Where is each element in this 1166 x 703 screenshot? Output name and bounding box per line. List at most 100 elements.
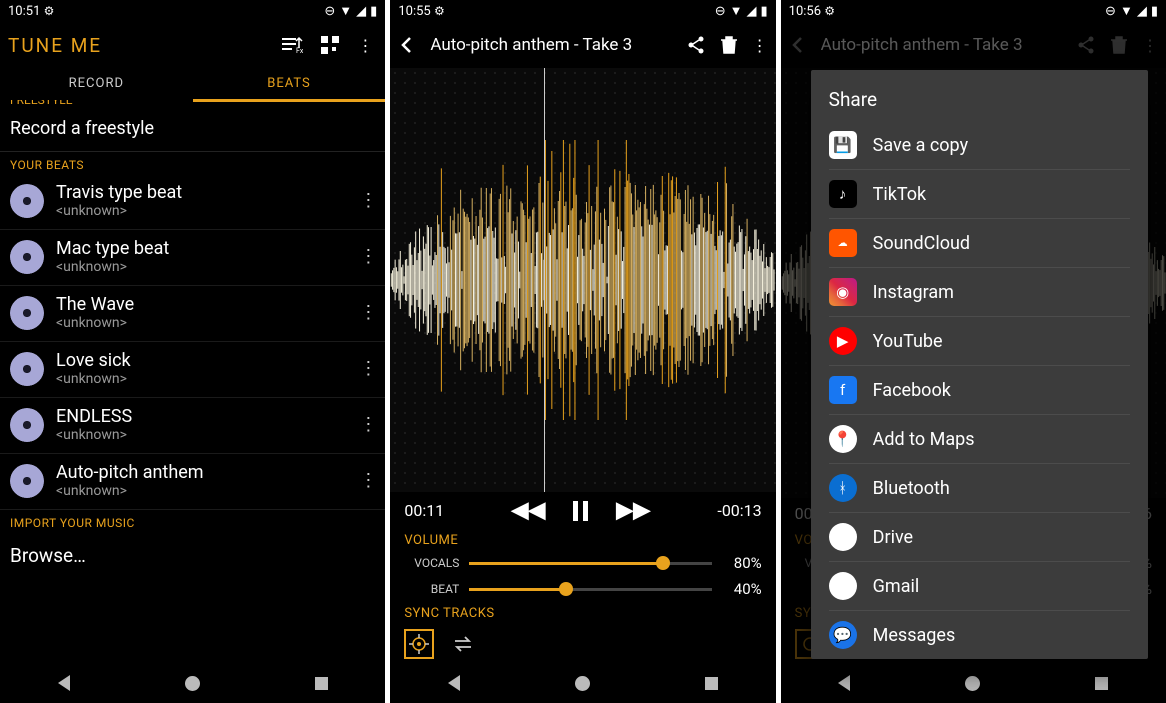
wifi-icon: ▼ [1120,3,1133,19]
beat-title: ENDLESS [56,406,347,427]
drive-icon: ▲ [829,523,857,551]
share-item-gmail[interactable]: MGmail [829,562,1130,611]
wifi-icon: ▼ [339,3,352,19]
do-not-disturb-icon: ⊖ [324,4,335,19]
share-item-msg[interactable]: 💬Messages [829,611,1130,659]
share-list[interactable]: 💾 Save a copy ♪TikTok☁SoundCloud◉Instagram… [811,121,1148,659]
share-item-label: YouTube [873,331,943,352]
share-sheet: Share 💾 Save a copy ♪TikTok☁SoundCloud◉Ins… [811,70,1148,659]
beat-row[interactable]: Mac type beat <unknown> ⋮ [0,230,385,286]
wifi-icon: ▼ [730,3,743,19]
beat-row[interactable]: Travis type beat <unknown> ⋮ [0,174,385,230]
overflow-menu-icon[interactable]: ⋮ [752,36,768,55]
share-item-label: Add to Maps [873,429,975,450]
status-bar: 10:55 ⚙ ⊖ ▼ ◢ ▮ [390,0,775,22]
trash-icon[interactable] [1110,35,1128,55]
status-time: 10:55 [398,4,430,19]
record-disc-icon [10,408,44,442]
track-title: Auto-pitch anthem - Take 3 [821,35,1062,55]
overflow-menu-icon[interactable]: ⋮ [1142,36,1158,55]
sc-icon: ☁ [829,229,857,257]
track-title: Auto-pitch anthem - Take 3 [430,35,671,55]
msg-icon: 💬 [829,621,857,649]
gmail-icon: M [829,572,857,600]
nav-bar [390,663,775,703]
nav-home-icon[interactable] [575,676,590,691]
signal-icon: ◢ [747,4,757,19]
share-item-drive[interactable]: ▲Drive [829,513,1130,562]
toolbar: TUNE ME Fx ⋮ [0,22,385,68]
trash-icon[interactable] [720,35,738,55]
beat-menu-icon[interactable]: ⋮ [359,246,375,267]
record-freestyle-row[interactable]: Record a freestyle [0,110,385,152]
share-icon[interactable] [1076,35,1096,55]
tab-record[interactable]: RECORD [0,68,193,102]
nav-recents-icon[interactable] [315,677,328,690]
playhead[interactable] [544,68,545,492]
share-item-ig[interactable]: ◉Instagram [829,268,1130,317]
browse-row[interactable]: Browse… [0,532,385,579]
share-item-save[interactable]: 💾 Save a copy [829,121,1130,170]
beat-artist: <unknown> [56,315,347,331]
share-item-sc[interactable]: ☁SoundCloud [829,219,1130,268]
share-title: Share [811,84,1148,121]
nav-back-icon[interactable] [448,675,460,691]
forward-icon[interactable]: ▶▶ [616,498,650,523]
overflow-menu-icon[interactable]: ⋮ [357,36,373,55]
beat-row[interactable]: The Wave <unknown> ⋮ [0,286,385,342]
beat-menu-icon[interactable]: ⋮ [359,414,375,435]
nav-home-icon[interactable] [965,676,980,691]
swap-icon[interactable] [448,629,478,659]
beat-row[interactable]: Love sick <unknown> ⋮ [0,342,385,398]
beat-menu-icon[interactable]: ⋮ [359,190,375,211]
beats-list[interactable]: Travis type beat <unknown> ⋮ Mac type be… [0,174,385,510]
do-not-disturb-icon: ⊖ [1105,4,1116,19]
beat-slider[interactable] [469,588,711,591]
beat-title: Mac type beat [56,238,347,259]
beat-menu-icon[interactable]: ⋮ [359,358,375,379]
share-item-bt[interactable]: ᚼBluetooth [829,464,1130,513]
nav-home-icon[interactable] [185,676,200,691]
status-icons: ⊖ ▼ ◢ ▮ [1105,3,1158,19]
grid-icon[interactable] [321,36,339,54]
share-item-maps[interactable]: 📍 Add to Maps [829,415,1130,464]
pause-icon[interactable] [573,501,588,521]
ig-icon: ◉ [829,278,857,306]
share-item-tiktok[interactable]: ♪TikTok [829,170,1130,219]
playlist-icon[interactable]: Fx [281,36,303,54]
maps-icon: 📍 [829,425,857,453]
share-item-fb[interactable]: fFacebook [829,366,1130,415]
save-icon: 💾 [829,131,857,159]
status-time: 10:56 [789,4,821,19]
sync-tracks-row [390,623,775,663]
signal-icon: ◢ [356,4,366,19]
beat-row[interactable]: ENDLESS <unknown> ⋮ [0,398,385,454]
player-toolbar: Auto-pitch anthem - Take 3 ⋮ [781,22,1166,68]
do-not-disturb-icon: ⊖ [715,4,726,19]
tabs: RECORD BEATS [0,68,385,102]
beat-menu-icon[interactable]: ⋮ [359,302,375,323]
vocals-slider[interactable] [469,562,711,565]
player-toolbar: Auto-pitch anthem - Take 3 ⋮ [390,22,775,68]
nav-recents-icon[interactable] [705,677,718,690]
nav-recents-icon[interactable] [1095,677,1108,690]
share-item-yt[interactable]: ▶YouTube [829,317,1130,366]
share-icon[interactable] [686,35,706,55]
beat-row[interactable]: Auto-pitch anthem <unknown> ⋮ [0,454,385,510]
beat-value: 40% [722,580,762,598]
time-elapsed: 00:11 [404,501,444,520]
share-item-label: Save a copy [873,135,968,156]
crosshair-icon[interactable] [404,629,434,659]
waveform[interactable] [390,68,775,492]
tab-beats[interactable]: BEATS [193,68,386,102]
beat-menu-icon[interactable]: ⋮ [359,470,375,491]
bt-icon: ᚼ [829,474,857,502]
beat-artist: <unknown> [56,427,347,443]
rewind-icon[interactable]: ◀◀ [511,498,545,523]
screen-beats-list: 10:51 ⚙ ⊖ ▼ ◢ ▮ TUNE ME Fx ⋮ RECORD BEAT… [0,0,385,703]
share-item-label: Facebook [873,380,951,401]
back-arrow-icon[interactable] [398,36,416,54]
back-arrow-icon[interactable] [789,36,807,54]
nav-back-icon[interactable] [58,675,70,691]
nav-back-icon[interactable] [838,675,850,691]
